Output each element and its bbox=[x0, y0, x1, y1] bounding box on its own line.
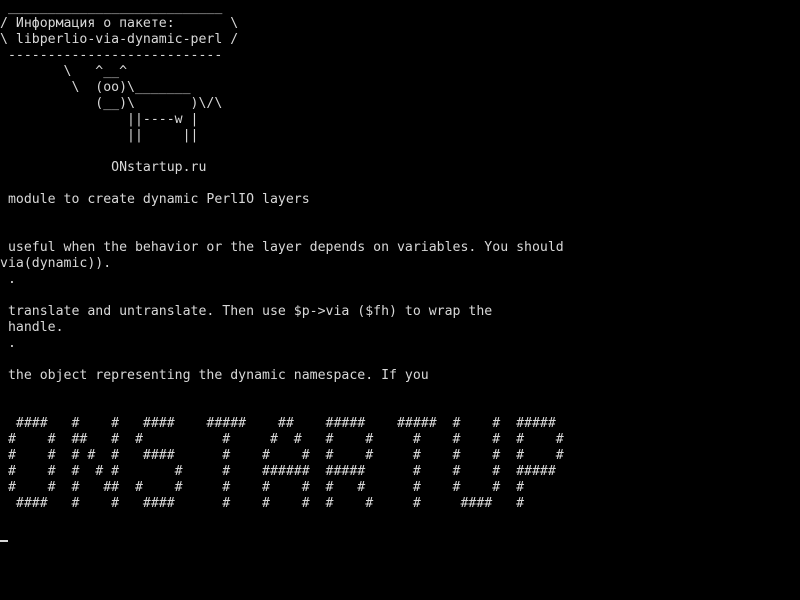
terminal-line: \ libperlio-via-dynamic-perl / bbox=[0, 32, 239, 47]
terminal-line: || || bbox=[0, 128, 199, 143]
terminal-line: --------------------------- bbox=[0, 48, 223, 63]
cursor-icon bbox=[0, 540, 8, 542]
terminal-line: . bbox=[0, 336, 16, 351]
terminal-line: \ ^__^ bbox=[0, 64, 128, 79]
terminal-line: module to create dynamic PerlIO layers bbox=[0, 192, 310, 207]
ascii-banner-line: #### # # #### ##### ## ##### ##### # # #… bbox=[0, 416, 556, 431]
ascii-banner-line: # # # # # #### # # # # # # # # # # bbox=[0, 448, 564, 463]
ascii-banner-line: # # # ## # # # # # # # # # # # bbox=[0, 480, 525, 495]
ascii-banner-line: # # ## # # # # # # # # # # # # bbox=[0, 432, 564, 447]
terminal-line: . bbox=[0, 272, 16, 287]
ascii-banner-line: #### # # #### # # # # # # #### # bbox=[0, 496, 525, 511]
terminal-line: ___________________________ bbox=[0, 0, 223, 15]
terminal-line: useful when the behavior or the layer de… bbox=[0, 240, 564, 255]
terminal-screen[interactable]: ___________________________ / Информация… bbox=[0, 0, 800, 600]
terminal-line: via(dynamic)). bbox=[0, 256, 112, 271]
terminal-line: ||----w | bbox=[0, 112, 199, 127]
ascii-banner-line: # # # # # # # ###### ##### # # # ##### bbox=[0, 464, 556, 479]
terminal-line: handle. bbox=[0, 320, 64, 335]
terminal-line: (__)\ )\/\ bbox=[0, 96, 223, 111]
terminal-line: ONstartup.ru bbox=[0, 160, 207, 175]
terminal-line: / Информация о пакете: \ bbox=[0, 16, 239, 31]
terminal-line: translate and untranslate. Then use $p->… bbox=[0, 304, 493, 319]
terminal-line: \ (oo)\_______ bbox=[0, 80, 191, 95]
terminal-line: the object representing the dynamic name… bbox=[0, 368, 429, 383]
